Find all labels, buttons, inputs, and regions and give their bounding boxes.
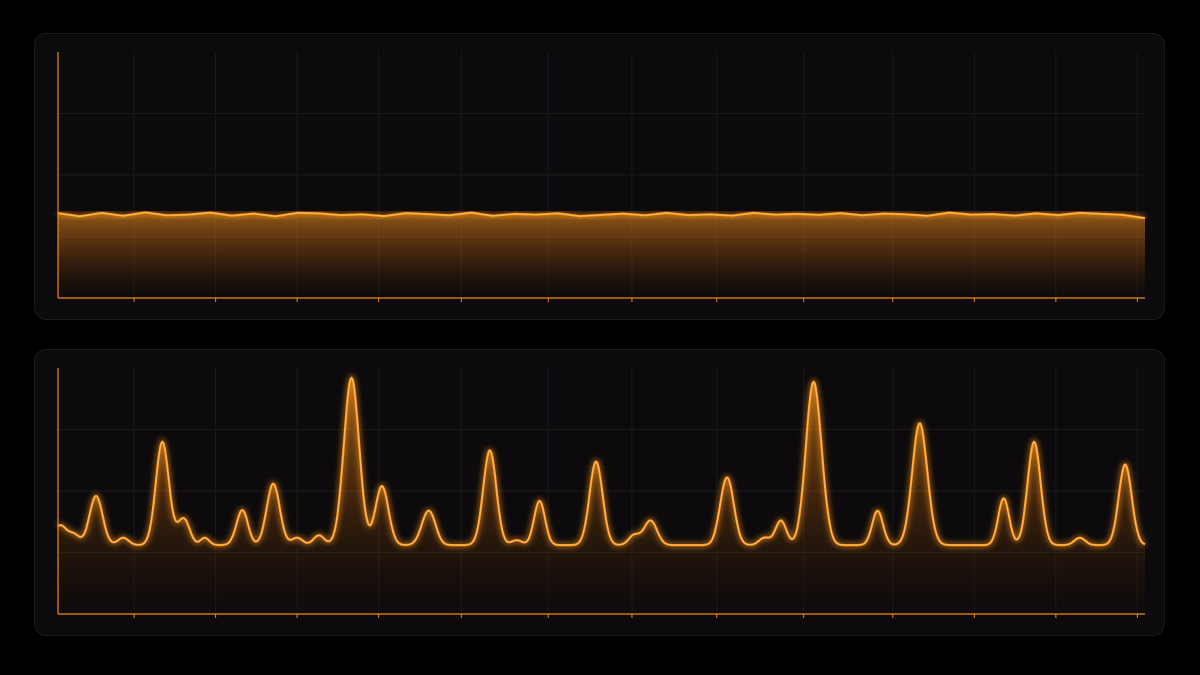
top-area-chart: [57, 52, 1146, 302]
bottom-area-chart: [56, 368, 1147, 618]
series-area: [58, 212, 1145, 298]
bottom-chart-panel: [34, 349, 1165, 636]
top-chart-panel: [34, 33, 1165, 320]
